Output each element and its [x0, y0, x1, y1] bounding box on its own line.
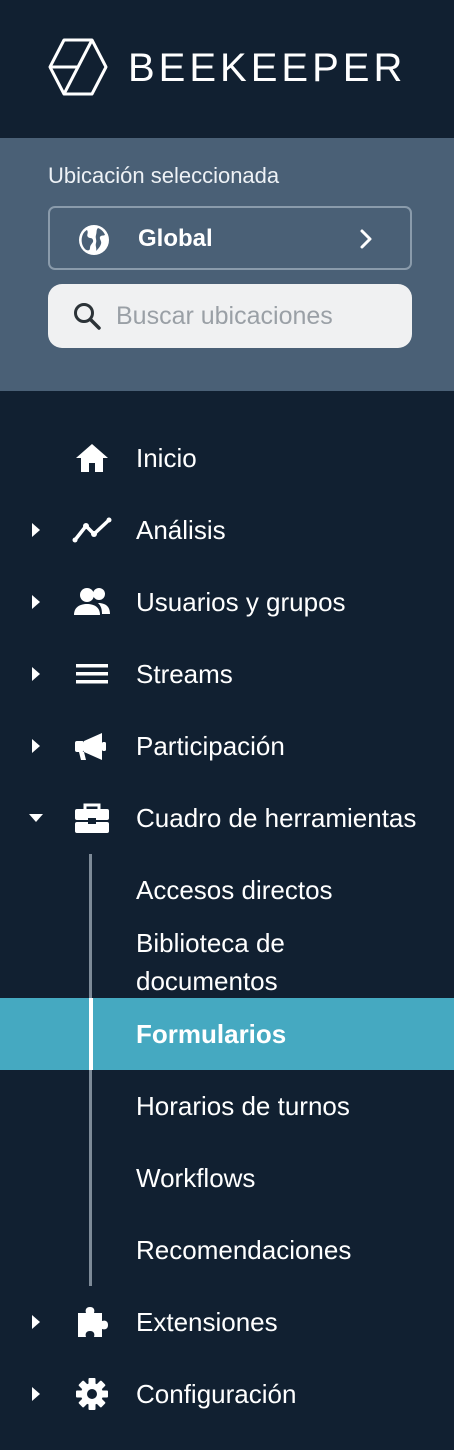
trend-line-icon	[72, 517, 112, 543]
chevron-right-icon	[360, 229, 372, 249]
active-indicator	[89, 998, 93, 1070]
brand-header: BEEKEEPER	[0, 0, 454, 138]
gear-icon	[76, 1378, 108, 1410]
location-panel: Ubicación seleccionada Global	[0, 138, 454, 391]
caret-right-icon	[32, 1315, 40, 1329]
globe-icon	[79, 225, 109, 255]
puzzle-icon	[78, 1307, 108, 1337]
caret-right-icon	[32, 667, 40, 681]
megaphone-icon	[75, 733, 106, 760]
nav-item-streams[interactable]: Streams	[0, 638, 454, 710]
nav-item-analisis[interactable]: Análisis	[0, 494, 454, 566]
submenu-item-label: Recomendaciones	[136, 1235, 352, 1265]
caret-right-icon	[32, 523, 40, 537]
submenu-item-accesos-directos[interactable]: Accesos directos	[0, 870, 454, 910]
location-label: Ubicación seleccionada	[48, 163, 280, 188]
nav-item-inicio[interactable]: Inicio	[0, 422, 454, 494]
nav-item-label: Análisis	[136, 515, 226, 545]
nav-item-label: Extensiones	[136, 1307, 278, 1337]
submenu-item-label: Accesos directos	[136, 875, 333, 905]
nav-item-extensiones[interactable]: Extensiones	[0, 1286, 454, 1358]
nav-item-usuarios[interactable]: Usuarios y grupos	[0, 566, 454, 638]
hexagon-cube-icon	[48, 38, 108, 96]
nav-item-label: Inicio	[136, 443, 197, 473]
submenu-item-label: Biblioteca de documentos	[136, 928, 285, 996]
nav-item-label: Streams	[136, 659, 233, 689]
submenu-item-recomendaciones[interactable]: Recomendaciones	[0, 1214, 454, 1286]
caret-right-icon	[32, 1387, 40, 1401]
nav-item-cuadro-de-herramientas[interactable]: Cuadro de herramientas	[0, 782, 454, 854]
caret-down-icon	[29, 814, 43, 822]
location-selected-value: Global	[138, 225, 213, 252]
search-icon	[74, 303, 101, 330]
submenu-item-label: Workflows	[136, 1163, 256, 1193]
toolbox-icon	[75, 803, 109, 833]
caret-right-icon	[32, 595, 40, 609]
nav-item-label: Cuadro de herramientas	[136, 803, 417, 833]
nav-item-participacion[interactable]: Participación	[0, 710, 454, 782]
location-search[interactable]	[48, 284, 412, 348]
submenu-item-horarios-de-turnos[interactable]: Horarios de turnos	[0, 1070, 454, 1142]
nav-item-label: Usuarios y grupos	[136, 587, 346, 617]
nav-item-label: Configuración	[136, 1379, 297, 1409]
submenu-item-biblioteca-de-documentos[interactable]: Biblioteca de documentos	[0, 924, 454, 1000]
submenu-item-label: Formularios	[136, 1019, 287, 1049]
submenu-item-workflows[interactable]: Workflows	[0, 1142, 454, 1214]
home-icon	[76, 444, 108, 472]
submenu-item-formularios[interactable]: Formularios	[0, 998, 454, 1070]
users-icon	[74, 588, 110, 615]
search-input[interactable]	[116, 294, 396, 338]
submenu-item-label: Horarios de turnos	[136, 1091, 350, 1121]
nav-item-label: Participación	[136, 731, 285, 761]
location-selector[interactable]: Global	[48, 206, 412, 270]
menu-lines-icon	[76, 664, 108, 684]
brand-name: BEEKEEPER	[128, 46, 407, 90]
caret-right-icon	[32, 739, 40, 753]
nav-item-configuracion[interactable]: Configuración	[0, 1358, 454, 1430]
